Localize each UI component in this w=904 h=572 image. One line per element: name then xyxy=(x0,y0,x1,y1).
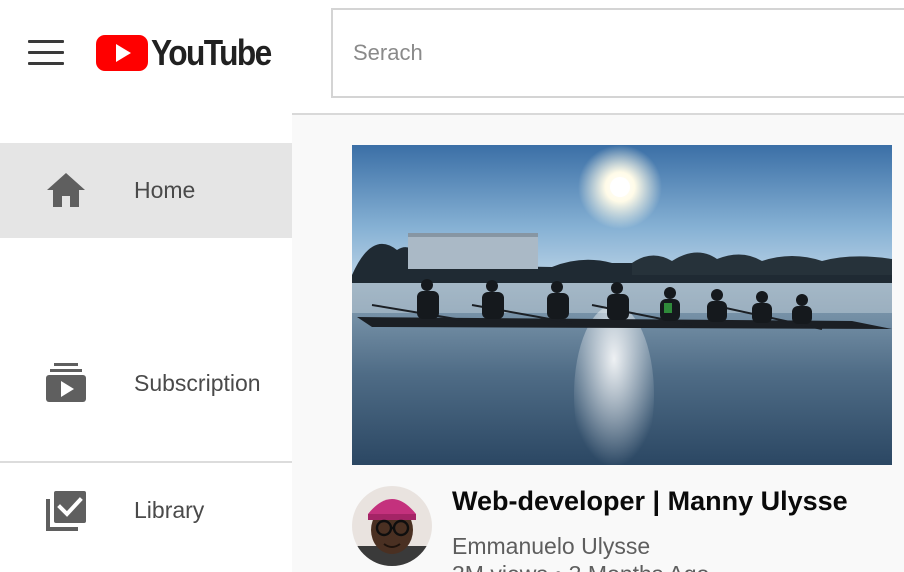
channel-avatar-image xyxy=(352,486,432,566)
channel-name[interactable]: Emmanuelo Ulysse xyxy=(452,533,650,560)
sidebar-item-label: Subscription xyxy=(134,369,261,396)
subscriptions-icon xyxy=(46,363,86,402)
library-icon xyxy=(46,490,86,531)
sidebar-item-label: Home xyxy=(134,177,196,203)
video-title[interactable]: Web-developer | Manny Ulysse xyxy=(452,486,848,517)
sidebar-item-subscription[interactable]: Subscription xyxy=(0,333,292,433)
search-box[interactable] xyxy=(331,8,904,98)
home-icon xyxy=(47,172,85,207)
video-metadata: 3M views • 3 Months Ago xyxy=(452,561,709,572)
video-feed: Web-developer | Manny Ulysse Emmanuelo U… xyxy=(292,115,904,572)
sidebar: Home Subscription Library xyxy=(0,143,292,572)
logo-text: YouTube xyxy=(151,32,272,73)
sidebar-item-label: Library xyxy=(134,497,205,523)
hamburger-menu-icon[interactable] xyxy=(26,40,66,70)
channel-avatar[interactable] xyxy=(352,486,432,566)
sidebar-item-library[interactable]: Library xyxy=(0,463,292,558)
sidebar-item-home[interactable]: Home xyxy=(0,143,292,238)
youtube-play-logo-icon xyxy=(96,35,148,71)
youtube-logo[interactable]: YouTube xyxy=(96,34,287,72)
rowing-thumbnail-image xyxy=(352,145,892,465)
video-thumbnail[interactable] xyxy=(352,145,892,465)
search-input[interactable] xyxy=(333,10,904,96)
